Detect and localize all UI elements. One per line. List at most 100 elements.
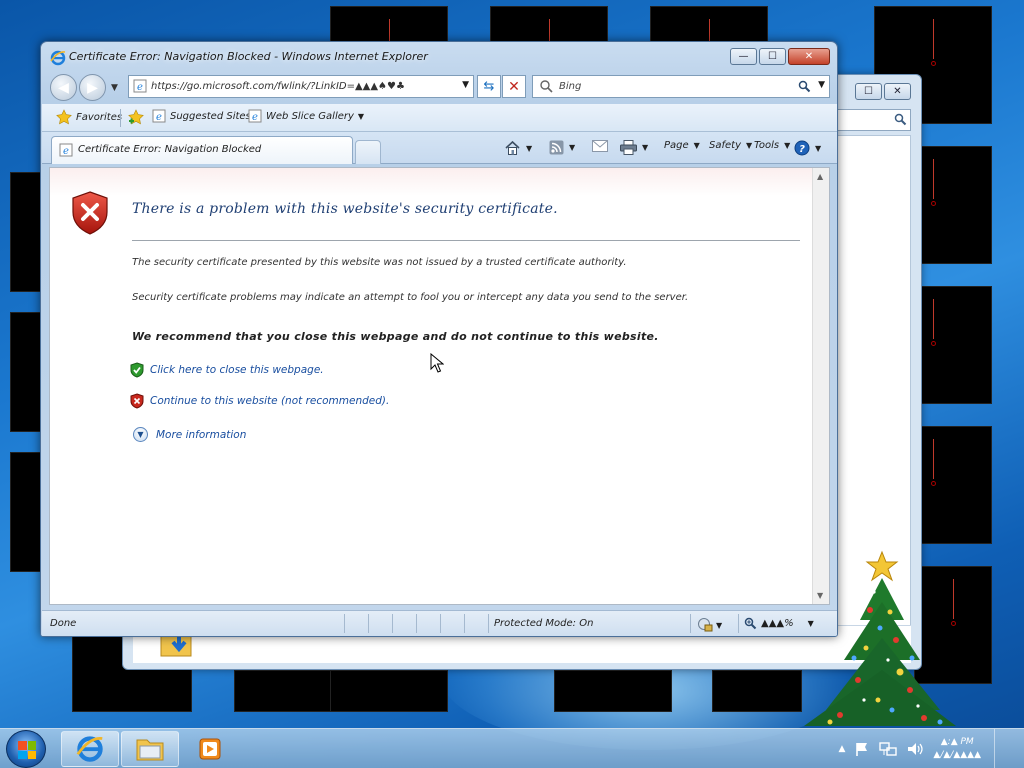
- minimize-button[interactable]: —: [730, 48, 757, 65]
- search-input[interactable]: Bing: [559, 81, 581, 92]
- safety-menu-button[interactable]: Safety ▼: [709, 140, 752, 151]
- add-to-favorites-bar-button[interactable]: [128, 109, 144, 125]
- taskbar-windows-explorer[interactable]: [121, 731, 179, 767]
- svg-text:e: e: [63, 146, 69, 157]
- rss-icon: [549, 140, 564, 155]
- chevron-down-icon[interactable]: ▼: [526, 144, 532, 153]
- continue-to-website-link[interactable]: Continue to this website (not recommende…: [130, 393, 389, 409]
- chevron-down-icon[interactable]: ▼: [569, 143, 575, 152]
- page-content: There is a problem with this website's s…: [49, 167, 830, 605]
- description-paragraph: The security certificate presented by th…: [132, 257, 627, 268]
- star-add-icon: [128, 109, 144, 125]
- forward-button[interactable]: ▶: [79, 74, 106, 101]
- address-dropdown-icon[interactable]: ▼: [462, 80, 469, 90]
- back-button[interactable]: ◀: [50, 74, 77, 101]
- help-button[interactable]: ? ▼: [794, 140, 821, 156]
- desktop-tile: [234, 670, 334, 712]
- more-information-label[interactable]: More information: [156, 429, 246, 441]
- page-heading: There is a problem with this website's s…: [132, 201, 558, 217]
- status-text: Done: [50, 618, 77, 629]
- search-box[interactable]: Bing ▼: [532, 75, 830, 98]
- desktop-tile: [10, 452, 44, 572]
- compatibility-button[interactable]: ▼: [697, 617, 722, 633]
- close-webpage-link[interactable]: Click here to close this webpage.: [130, 362, 324, 378]
- scroll-up-icon[interactable]: ▲: [817, 172, 823, 181]
- desktop-tile: [10, 172, 44, 292]
- status-separator: [440, 614, 441, 633]
- page-icon: e: [133, 79, 147, 93]
- status-separator: [392, 614, 393, 633]
- ie-icon: [76, 736, 103, 762]
- home-button[interactable]: ▼: [504, 140, 532, 156]
- ie-window[interactable]: Certificate Error: Navigation Blocked - …: [40, 41, 838, 637]
- url-text[interactable]: https://go.microsoft.com/fwlink/?LinkID=…: [151, 81, 405, 92]
- start-button[interactable]: [6, 730, 46, 768]
- background-maximize-button[interactable]: ☐: [855, 83, 882, 100]
- stop-button[interactable]: ✕: [502, 75, 526, 98]
- status-separator: [690, 614, 691, 633]
- new-tab-button[interactable]: [355, 140, 381, 164]
- show-desktop-button[interactable]: [994, 729, 1008, 768]
- search-icon[interactable]: [798, 80, 811, 93]
- taskbar-media-player[interactable]: [181, 731, 239, 767]
- status-separator: [464, 614, 465, 633]
- safety-menu-label: Safety: [709, 140, 741, 151]
- suggested-sites-button[interactable]: e Suggested Sites ▼: [152, 109, 261, 123]
- web-slice-gallery-button[interactable]: e Web Slice Gallery ▼: [248, 109, 364, 123]
- protected-mode-status[interactable]: Protected Mode: On: [494, 618, 593, 629]
- arrow-left-icon: ◀: [58, 79, 69, 96]
- background-close-button[interactable]: ✕: [884, 83, 911, 100]
- chevron-down-icon: ▼: [746, 141, 753, 150]
- recent-pages-dropdown[interactable]: ▼: [111, 83, 118, 93]
- zoom-level: ▲▲▲%: [761, 618, 794, 629]
- status-separator: [416, 614, 417, 633]
- status-separator: [488, 614, 489, 633]
- suggested-sites-label: Suggested Sites: [170, 110, 251, 122]
- chevron-down-icon: ▼: [716, 620, 723, 630]
- taskbar: ▲ ▲:▲ PM ▲/▲/▲▲▲▲: [0, 728, 1024, 768]
- continue-label[interactable]: Continue to this website (not recommende…: [150, 395, 389, 407]
- maximize-button[interactable]: ☐: [759, 48, 786, 65]
- media-player-icon: [199, 738, 221, 760]
- svg-text:e: e: [252, 112, 258, 123]
- network-icon[interactable]: [879, 741, 898, 757]
- close-button[interactable]: ✕: [788, 48, 830, 65]
- refresh-button[interactable]: ⇆: [477, 75, 501, 98]
- star-icon: [56, 109, 72, 125]
- desktop-tile: [10, 312, 44, 432]
- chevron-down-icon: ▼: [357, 111, 365, 121]
- favorites-button[interactable]: Favorites: [56, 109, 122, 125]
- globe-lock-icon: [698, 618, 713, 632]
- red-shield-x-icon: [130, 393, 144, 409]
- read-mail-button[interactable]: [592, 140, 608, 152]
- print-button[interactable]: ▼: [620, 140, 648, 155]
- taskbar-internet-explorer[interactable]: [61, 731, 119, 767]
- clock-time: ▲:▲ PM: [940, 737, 974, 747]
- address-bar[interactable]: e https://go.microsoft.com/fwlink/?LinkI…: [128, 75, 474, 98]
- tab-certificate-error[interactable]: e Certificate Error: Navigation Blocked: [51, 136, 353, 164]
- feeds-button[interactable]: ▼: [549, 140, 575, 155]
- search-options-dropdown[interactable]: ▼: [818, 80, 825, 90]
- christmas-tree-gadget: [804, 550, 956, 726]
- desktop-tile: [330, 670, 448, 712]
- vertical-scrollbar[interactable]: ▲ ▼: [812, 168, 829, 604]
- close-webpage-label[interactable]: Click here to close this webpage.: [150, 364, 324, 376]
- status-separator: [344, 614, 345, 633]
- clock[interactable]: ▲:▲ PM ▲/▲/▲▲▲▲: [933, 736, 981, 762]
- home-icon: [505, 140, 520, 155]
- more-information-toggle[interactable]: ▼ More information: [133, 427, 246, 442]
- chevron-down-icon[interactable]: ▼: [642, 143, 648, 152]
- page-menu-button[interactable]: Page ▼: [664, 140, 700, 151]
- volume-icon[interactable]: [906, 741, 924, 757]
- background-window-caption-buttons: ☐ ✕: [855, 83, 911, 100]
- desktop-tile: [650, 6, 768, 59]
- desktop-tile: [490, 6, 608, 59]
- mail-icon: [592, 140, 608, 152]
- show-hidden-icons-button[interactable]: ▲: [838, 744, 845, 754]
- flag-icon[interactable]: [854, 741, 870, 757]
- svg-text:?: ?: [799, 144, 805, 155]
- tools-menu-label: Tools: [754, 140, 780, 151]
- arrow-right-icon: ▶: [87, 79, 98, 96]
- system-tray: ▲ ▲:▲ PM ▲/▲/▲▲▲▲: [838, 729, 1024, 768]
- tools-menu-button[interactable]: Tools ▼: [754, 140, 790, 151]
